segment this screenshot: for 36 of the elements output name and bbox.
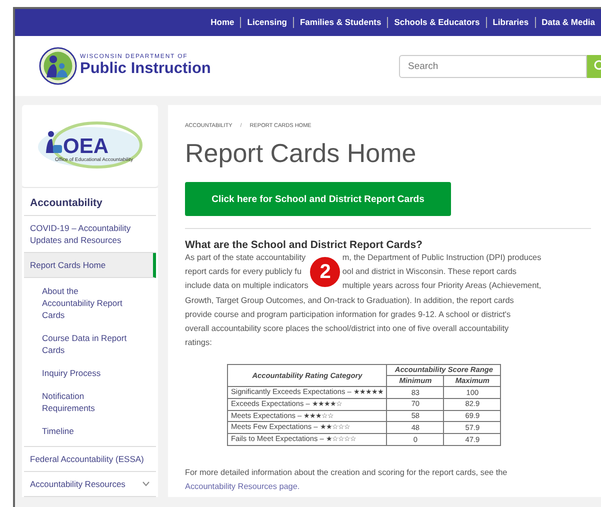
- paragraph-line: As part of the state accountability: [185, 252, 307, 264]
- footer-paragraph: For more detailed information about the creation and scoring for the report cards, see the Accountability Resources page.: [185, 467, 508, 493]
- sidebar-subitem[interactable]: Course Data in Report Cards: [24, 327, 156, 362]
- paragraph-line: ratings:: [185, 337, 213, 350]
- sidebar-item[interactable]: Accountability Resources: [24, 472, 156, 497]
- paragraph-line: multiple years across four Priority Areas (Achievement,: [342, 280, 542, 292]
- paragraph-line: m, the Department of Public Instruction (DPI) produces: [342, 252, 542, 264]
- nav-link[interactable]: Libraries: [486, 17, 535, 28]
- sidebar-item[interactable]: Report Cards Home: [24, 253, 156, 278]
- sidebar-subitem[interactable]: Notification Requirements: [24, 385, 156, 420]
- search-icon: [591, 60, 601, 72]
- report-cards-button[interactable]: Click here for School and District Report Cards: [185, 182, 451, 216]
- paragraph-line: overall accountability score places the school/district into one of five overall accountability: [185, 323, 510, 336]
- nav-link[interactable]: Licensing: [240, 17, 293, 28]
- logo-icon: [39, 47, 77, 85]
- search-field[interactable]: Search: [399, 54, 587, 78]
- page-title: Report Cards Home: [185, 138, 418, 169]
- nav-link[interactable]: Home: [204, 17, 240, 28]
- search-button[interactable]: [587, 54, 601, 78]
- sidebar-subitem[interactable]: Timeline: [24, 420, 156, 443]
- nav-link[interactable]: Data & Media: [534, 17, 601, 28]
- paragraph-line: ool and district in Wisconsin. These report cards: [342, 266, 518, 278]
- sidebar-subitem[interactable]: Inquiry Process: [24, 362, 156, 385]
- sidebar-item[interactable]: Federal Accountability (ESSA): [24, 447, 156, 472]
- paragraph-line: include data on multiple indicators: [185, 280, 308, 292]
- sidebar-title: Accountability: [24, 188, 156, 216]
- paragraph-line: provide course and program participation information for grades 9-12. A school or district's: [185, 308, 512, 321]
- logo-title: Public Instruction: [80, 60, 211, 78]
- section-heading: What are the School and District Report Cards?: [185, 239, 424, 251]
- resources-link[interactable]: Accountability Resources page.: [185, 482, 300, 491]
- nav-link[interactable]: Schools & Educators: [387, 17, 486, 28]
- step-number-badge: 2: [308, 255, 342, 290]
- sidebar-subitem[interactable]: About the Accountability Report Cards: [24, 280, 156, 327]
- nav-link[interactable]: Families & Students: [292, 17, 388, 28]
- paragraph-line: Growth, Target Group Outcomes, and On-track to Graduation). In addition, the report cards: [185, 294, 515, 307]
- paragraph-line: report cards for every publicly fu: [185, 266, 302, 278]
